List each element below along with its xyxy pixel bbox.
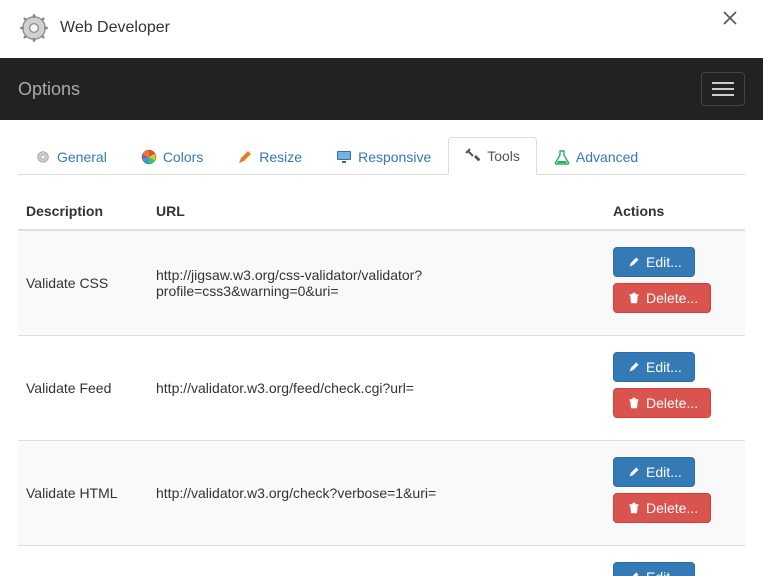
trash-icon — [626, 500, 642, 516]
delete-button-label: Delete... — [646, 500, 698, 516]
table-row: Validate Accessibilityhttp://wave.webaim… — [18, 546, 745, 576]
gear-gray-icon — [35, 149, 51, 165]
close-icon[interactable] — [722, 10, 738, 26]
cell-description: Validate CSS — [18, 230, 148, 336]
tab-tools[interactable]: Tools — [448, 137, 537, 175]
delete-button[interactable]: Delete... — [613, 283, 711, 313]
edit-button[interactable]: Edit... — [613, 352, 695, 382]
pencil-icon — [626, 359, 642, 375]
app-gear-icon — [18, 12, 50, 44]
cell-actions: Edit... Delete... — [605, 441, 745, 546]
trash-icon — [626, 290, 642, 306]
color-wheel-icon — [141, 149, 157, 165]
table-row: Validate Feedhttp://validator.w3.org/fee… — [18, 336, 745, 441]
tab-label: Advanced — [576, 149, 638, 165]
edit-button-label: Edit... — [646, 254, 682, 270]
cell-url: http://jigsaw.w3.org/css-validator/valid… — [148, 230, 605, 336]
tools-icon — [465, 148, 481, 164]
app-title: Web Developer — [60, 19, 170, 37]
tab-colors[interactable]: Colors — [124, 137, 220, 175]
cell-actions: Edit... Delete... — [605, 230, 745, 336]
col-header-description: Description — [18, 193, 148, 230]
cell-url: http://wave.webaim.org/report#/ — [148, 546, 605, 576]
tab-general[interactable]: General — [18, 137, 124, 175]
monitor-icon — [336, 149, 352, 165]
cell-description: Validate HTML — [18, 441, 148, 546]
edit-button[interactable]: Edit... — [613, 247, 695, 277]
tab-label: Resize — [259, 149, 302, 165]
tab-advanced[interactable]: Advanced — [537, 137, 655, 175]
table-row: Validate CSShttp://jigsaw.w3.org/css-val… — [18, 230, 745, 336]
cell-actions: Edit...Delete... — [605, 546, 745, 576]
tab-responsive[interactable]: Responsive — [319, 137, 448, 175]
cell-description: Validate Accessibility — [18, 546, 148, 576]
tab-label: General — [57, 149, 107, 165]
cell-actions: Edit... Delete... — [605, 336, 745, 441]
tab-label: Tools — [487, 148, 520, 164]
col-header-url: URL — [148, 193, 605, 230]
pencil-icon — [626, 254, 642, 270]
edit-button[interactable]: Edit... — [613, 457, 695, 487]
cell-url: http://validator.w3.org/feed/check.cgi?u… — [148, 336, 605, 441]
flask-icon — [554, 149, 570, 165]
window-header: Web Developer — [0, 0, 763, 58]
options-bar: Options — [0, 58, 763, 120]
pencil-icon-orange — [237, 149, 253, 165]
cell-url: http://validator.w3.org/check?verbose=1&… — [148, 441, 605, 546]
tools-table: Description URL Actions Validate CSShttp… — [18, 193, 745, 576]
pencil-icon — [626, 569, 642, 576]
tab-label: Responsive — [358, 149, 431, 165]
cell-description: Validate Feed — [18, 336, 148, 441]
trash-icon — [626, 395, 642, 411]
edit-button-label: Edit... — [646, 464, 682, 480]
content-area: General Colors Resize Responsive Tools Advanc… — [0, 136, 763, 576]
col-header-actions: Actions — [605, 193, 745, 230]
tab-resize[interactable]: Resize — [220, 137, 319, 175]
delete-button[interactable]: Delete... — [613, 493, 711, 523]
delete-button-label: Delete... — [646, 395, 698, 411]
hamburger-menu-button[interactable] — [701, 72, 745, 106]
tab-label: Colors — [163, 149, 203, 165]
table-row: Validate HTMLhttp://validator.w3.org/che… — [18, 441, 745, 546]
options-label: Options — [18, 79, 80, 100]
edit-button-label: Edit... — [646, 359, 682, 375]
pencil-icon — [626, 464, 642, 480]
tab-bar: General Colors Resize Responsive Tools Advanc… — [18, 136, 745, 175]
edit-button[interactable]: Edit... — [613, 562, 695, 576]
edit-button-label: Edit... — [646, 569, 682, 576]
delete-button-label: Delete... — [646, 290, 698, 306]
delete-button[interactable]: Delete... — [613, 388, 711, 418]
